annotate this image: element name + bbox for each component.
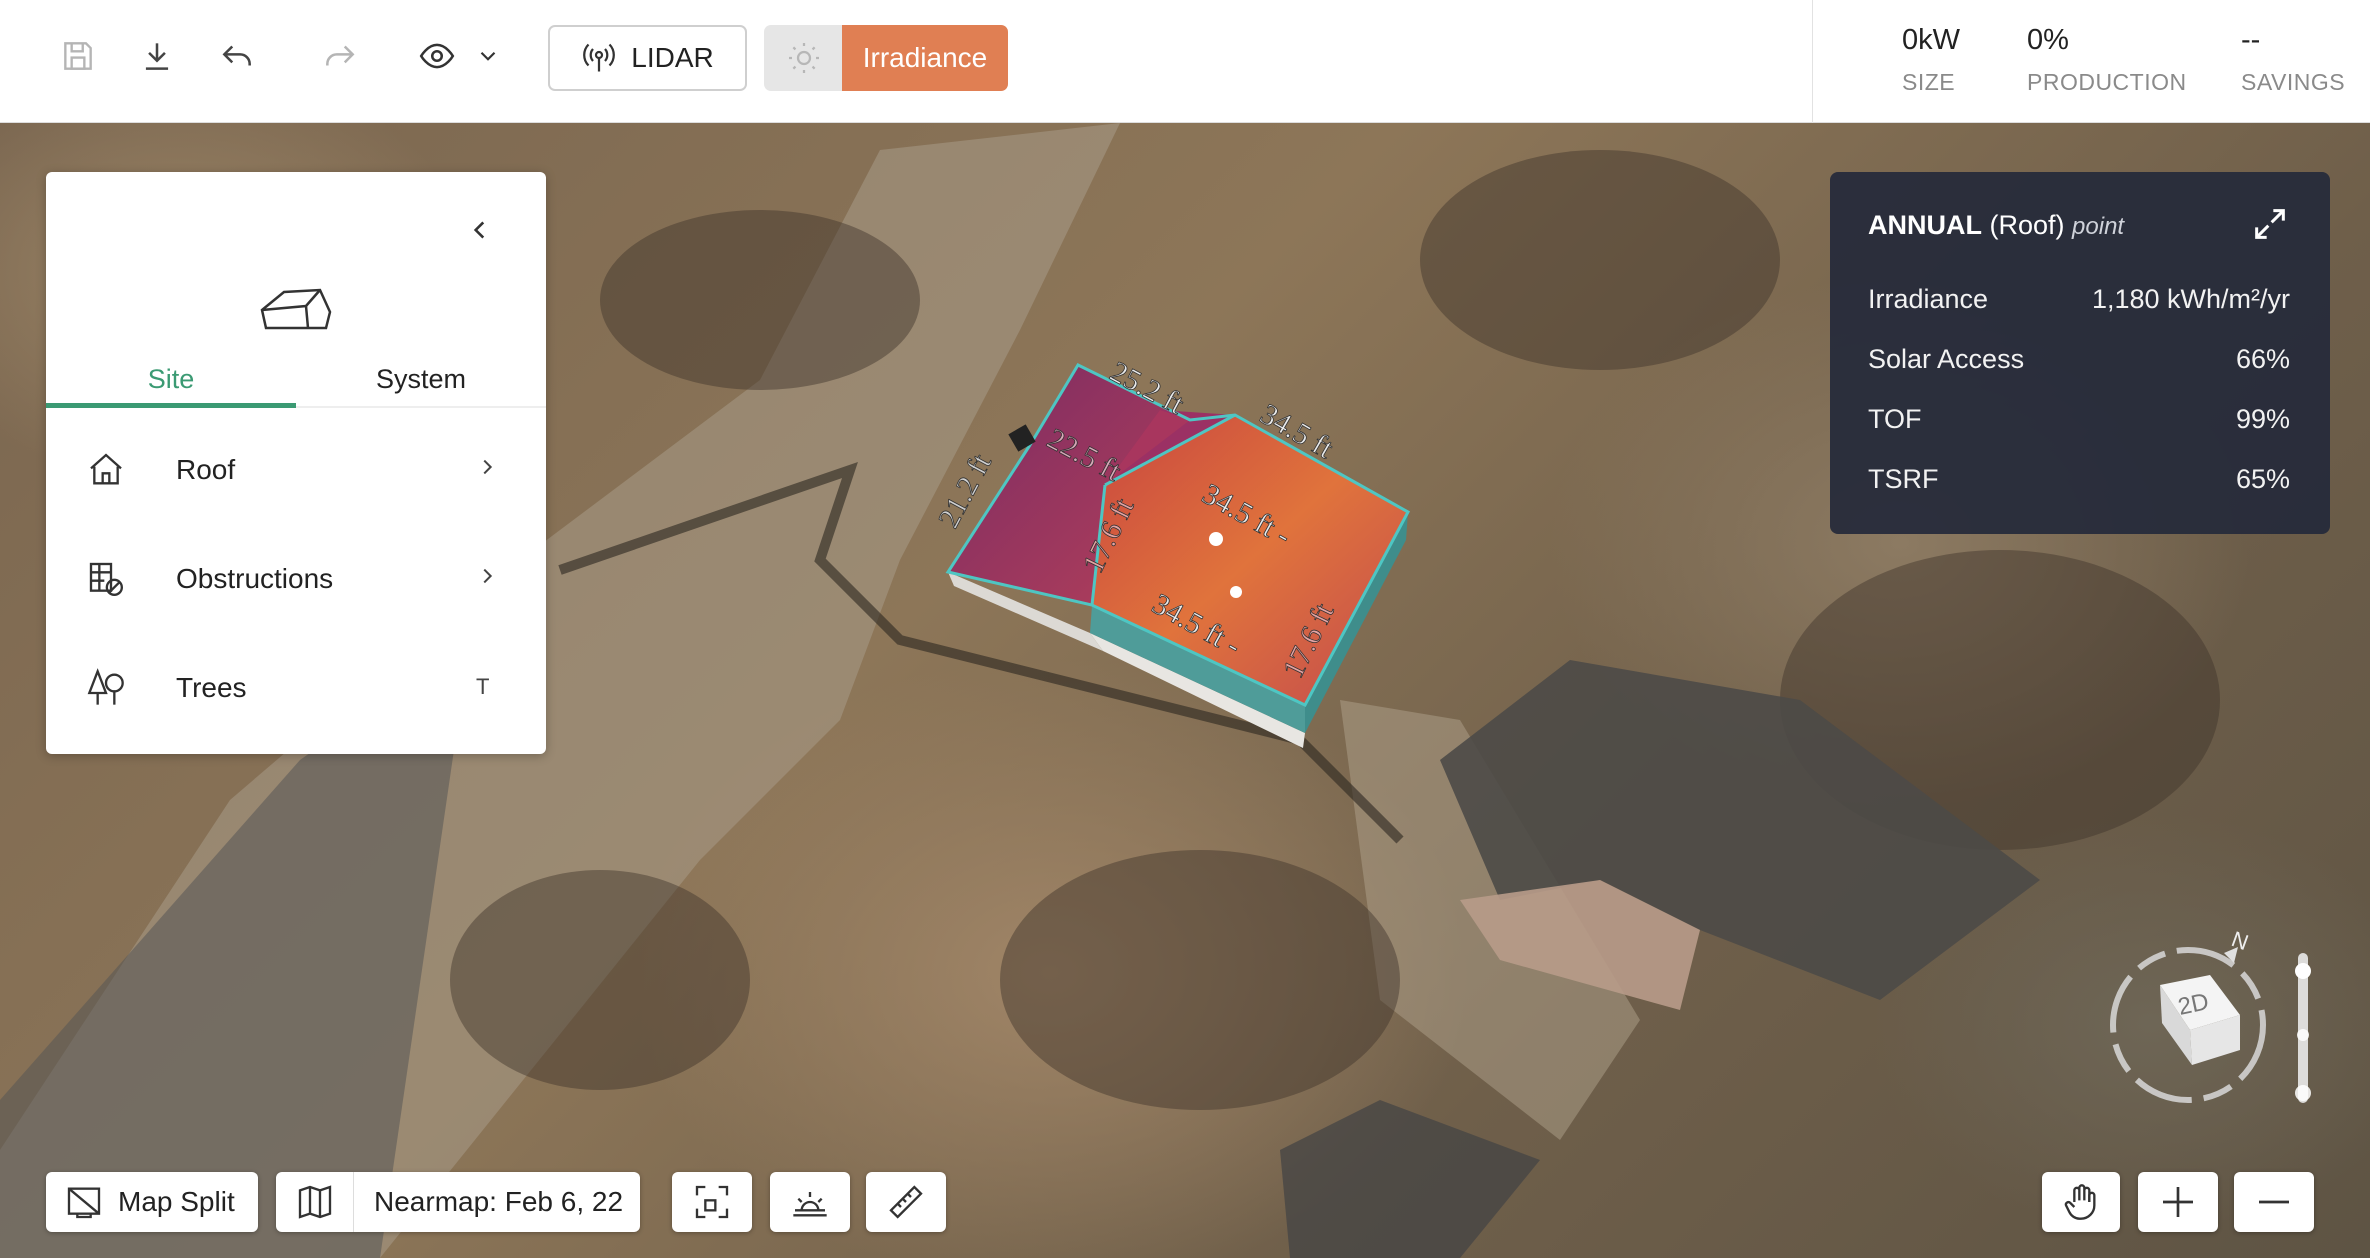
chevron-right-icon [476,565,498,593]
map-split-icon [67,1187,101,1219]
fit-view-icon [695,1185,729,1219]
lidar-button[interactable]: LIDAR [548,25,747,91]
info-row-irradiance: Irradiance 1,180 kWh/m²/yr [1868,284,2290,315]
info-row-solar-access: Solar Access 66% [1868,344,2290,375]
info-title-normal: (Roof) [1989,210,2065,240]
stat-size-value: 0kW [1902,24,1960,56]
house-icon [90,453,122,485]
stat-savings-label: SAVINGS [2241,69,2346,95]
collapse-panel-button[interactable] [460,210,500,250]
info-title-bold: ANNUAL [1868,210,1982,240]
info-title-italic: point [2072,213,2125,240]
pan-button[interactable] [2042,1172,2120,1232]
tab-site[interactable]: Site [46,360,296,408]
toolbar-divider [1812,0,1813,123]
stat-savings-value: -- [2241,24,2261,56]
sidebar-item-label: Roof [176,454,236,485]
stat-savings: -- SAVINGS [2241,24,2345,96]
info-row-label: Solar Access [1868,344,2025,374]
lidar-icon [583,43,616,72]
info-row-label: Irradiance [1868,284,1989,314]
imagery-label: Nearmap: Feb 6, 22 [374,1186,624,1217]
measure-button[interactable] [866,1172,946,1232]
annual-info-card: ANNUAL (Roof) point Irradiance 1,180 kWh… [1830,172,2330,534]
info-row-tsrf: TSRF 65% [1868,464,2290,495]
map-split-label: Map Split [118,1186,235,1217]
sun-icon [789,43,819,73]
obstruction-icon [89,562,124,596]
lidar-label: LIDAR [631,42,714,73]
map-icon [298,1185,331,1219]
sun-path-button[interactable] [770,1172,850,1232]
download-icon[interactable] [135,34,179,78]
sidebar-item-label: Trees [176,672,247,703]
map-split-button[interactable]: Map Split [46,1172,258,1232]
undo-icon[interactable] [215,34,259,78]
stat-production-label: PRODUCTION [2027,69,2187,95]
info-row-value: 99% [2235,404,2290,434]
chevron-left-icon [473,221,485,239]
building-icon [260,288,332,330]
panel-tabs: Site System [46,360,546,408]
stat-production: 0% PRODUCTION [2027,24,2187,96]
top-toolbar: LIDAR Irradiance 0kW SIZE 0% PRODUCTION … [0,0,2370,123]
shortcut-key: T [476,674,490,699]
save-icon[interactable] [56,34,100,78]
irradiance-button[interactable]: Irradiance [842,25,1008,91]
info-row-label: TSRF [1868,464,1939,494]
cube-2d-toggle[interactable]: 2D [2160,975,2240,1065]
map-icon-button[interactable] [276,1172,354,1232]
stat-production-value: 0% [2027,24,2069,56]
tilt-slider-handle[interactable] [2295,963,2311,979]
info-title: ANNUAL (Roof) point [1868,210,2124,241]
sunrise-icon [793,1192,827,1217]
zoom-out-button[interactable] [2234,1172,2314,1232]
fit-view-button[interactable] [672,1172,752,1232]
info-row-value: 1,180 kWh/m²/yr [2091,284,2290,314]
minus-icon [2259,1200,2289,1204]
north-label: N [2228,926,2251,955]
expand-icon[interactable] [2250,204,2290,244]
sidebar-item-trees[interactable]: Trees T [46,634,546,742]
sidebar-item-obstructions[interactable]: Obstructions [46,525,546,633]
stat-size-label: SIZE [1902,69,1956,95]
plus-icon [2163,1187,2193,1217]
sidebar-item-roof[interactable]: Roof [46,416,546,524]
ruler-icon [889,1185,923,1219]
trees-icon [87,668,124,705]
info-row-value: 65% [2235,464,2290,494]
redo-icon[interactable] [318,34,362,78]
zoom-in-button[interactable] [2138,1172,2218,1232]
info-row-value: 66% [2235,344,2290,374]
sun-toggle-button[interactable] [764,25,844,91]
chevron-down-icon[interactable] [470,34,506,78]
sidebar-item-label: Obstructions [176,563,334,594]
stat-size: 0kW SIZE [1902,24,1960,96]
eye-icon[interactable] [415,34,459,78]
imagery-source-control[interactable]: Nearmap: Feb 6, 22 [276,1172,640,1232]
info-row-tof: TOF 99% [1868,404,2290,435]
chevron-right-icon [476,456,498,484]
compass-widget[interactable]: N 2D [2100,905,2340,1145]
hand-icon [2064,1184,2096,1220]
tab-system[interactable]: System [296,360,546,408]
info-row-label: TOF [1868,404,1922,434]
